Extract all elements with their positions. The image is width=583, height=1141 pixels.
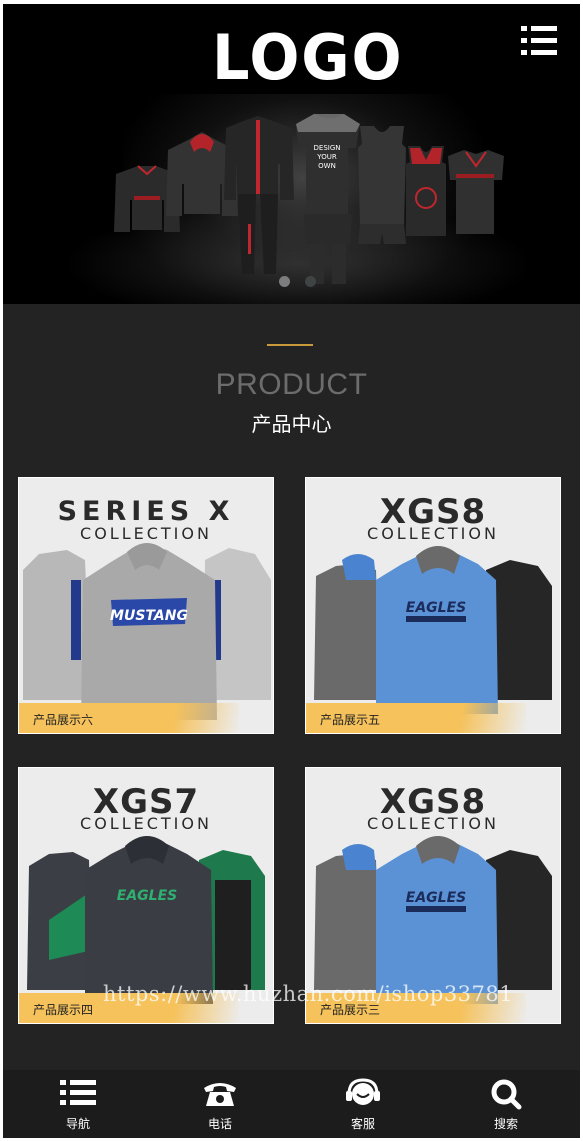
product-label-bg: 产品展示五 [306, 703, 526, 733]
svg-text:OWN: OWN [318, 162, 336, 170]
jersey: DESIGN YOUR OWN [296, 114, 360, 284]
slide-dot-1[interactable] [279, 276, 290, 287]
section-title-en: PRODUCT [215, 368, 368, 401]
tank-top [358, 126, 406, 244]
mustang-print: MUSTANG [110, 608, 188, 624]
product-label: 产品展示四 [33, 1003, 94, 1017]
headset-icon [346, 1078, 380, 1105]
sleeveless-jersey [406, 146, 446, 236]
nav-item-search[interactable]: 搜索 [446, 1070, 566, 1138]
product-label-bg: 产品展示六 [19, 703, 239, 733]
list-icon [60, 1080, 96, 1105]
product-label: 产品展示五 [320, 713, 381, 727]
search-icon [491, 1079, 522, 1110]
nav-label: 电话 [207, 1117, 232, 1131]
eagles-print: EAGLES [117, 888, 177, 904]
slide-dot-2[interactable] [305, 276, 316, 287]
watermark: https://www.huzhan.com/ishop33781 [103, 982, 514, 1006]
nav-item-service[interactable]: 客服 [303, 1070, 423, 1138]
nav-label: 导航 [65, 1117, 90, 1131]
telephone-icon [204, 1083, 236, 1106]
jersey-print-text: DESIGN [314, 144, 341, 152]
page-frame: LOGO DESIGN YOUR OWN PRODUCT 产品中心 SERIES… [3, 4, 580, 1138]
hero-banner[interactable]: LOGO DESIGN YOUR OWN [3, 4, 580, 304]
svg-text:YOUR: YOUR [316, 153, 337, 161]
tracksuit [224, 116, 294, 274]
nav-label: 客服 [350, 1117, 375, 1131]
sportswear-lineup: DESIGN YOUR OWN [114, 114, 504, 284]
bottom-nav: 导航 电话 客服 搜索 [3, 1070, 580, 1138]
logo[interactable]: LOGO [212, 22, 402, 94]
product-card[interactable]: SERIES X COLLECTION MUSTANG 产品展示六 [18, 477, 274, 734]
nav-item-menu[interactable]: 导航 [18, 1070, 138, 1138]
nav-item-phone[interactable]: 电话 [160, 1070, 280, 1138]
nav-label: 搜索 [493, 1117, 518, 1131]
section-title-cn: 产品中心 [251, 412, 332, 436]
eagles-print: EAGLES [406, 890, 466, 906]
product-label: 产品展示六 [33, 713, 94, 727]
product-card[interactable]: XGS8 COLLECTION EAGLES 产品展示五 [305, 477, 561, 734]
section-accent-line [267, 344, 313, 346]
product-title: SERIES X [57, 496, 235, 527]
polo-shirt [448, 150, 504, 234]
menu-list-icon[interactable] [521, 26, 557, 56]
eagles-print: EAGLES [406, 600, 466, 616]
